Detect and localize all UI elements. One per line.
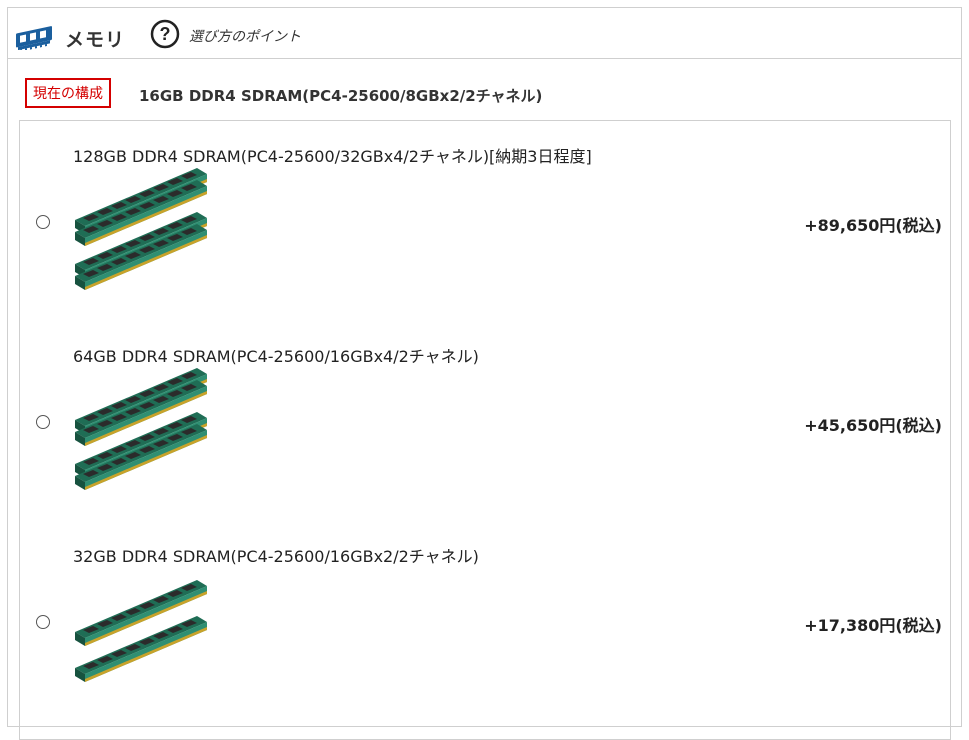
option-radio[interactable] (36, 215, 50, 229)
option-price: +89,650円(税込) (804, 216, 942, 235)
option-radio[interactable] (36, 615, 50, 629)
memory-section: メモリ ? 選び方のポイント 現在の構成 16GB DDR4 SDRAM(PC4… (7, 7, 962, 740)
memory-option-128gb[interactable]: 128GB DDR4 SDRAM(PC4-25600/32GBx4/2チャネル)… (20, 121, 950, 321)
current-config-value: 16GB DDR4 SDRAM(PC4-25600/8GBx2/2チャネル) (139, 87, 543, 105)
question-circle-icon[interactable]: ? (150, 19, 180, 49)
current-config-badge: 現在の構成 (25, 78, 111, 108)
option-title: 64GB DDR4 SDRAM(PC4-25600/16GBx4/2チャネル) (73, 347, 479, 366)
option-radio[interactable] (36, 415, 50, 429)
ram-module-image (73, 366, 213, 506)
option-title: 32GB DDR4 SDRAM(PC4-25600/16GBx2/2チャネル) (73, 547, 479, 566)
option-title: 128GB DDR4 SDRAM(PC4-25600/32GBx4/2チャネル)… (73, 147, 592, 166)
option-price: +17,380円(税込) (804, 616, 942, 635)
memory-icon (16, 26, 52, 50)
memory-options-list: 128GB DDR4 SDRAM(PC4-25600/32GBx4/2チャネル)… (19, 120, 951, 740)
section-header: メモリ ? 選び方のポイント (8, 8, 961, 59)
ram-module-image (73, 576, 213, 696)
section-title: メモリ (65, 29, 126, 51)
svg-text:?: ? (160, 24, 171, 44)
ram-module-image (73, 166, 213, 306)
memory-option-32gb[interactable]: 32GB DDR4 SDRAM(PC4-25600/16GBx2/2チャネル) … (20, 521, 950, 721)
memory-option-64gb[interactable]: 64GB DDR4 SDRAM(PC4-25600/16GBx4/2チャネル) … (20, 321, 950, 521)
selection-guide-link[interactable]: 選び方のポイント (189, 26, 301, 46)
option-price: +45,650円(税込) (804, 416, 942, 435)
